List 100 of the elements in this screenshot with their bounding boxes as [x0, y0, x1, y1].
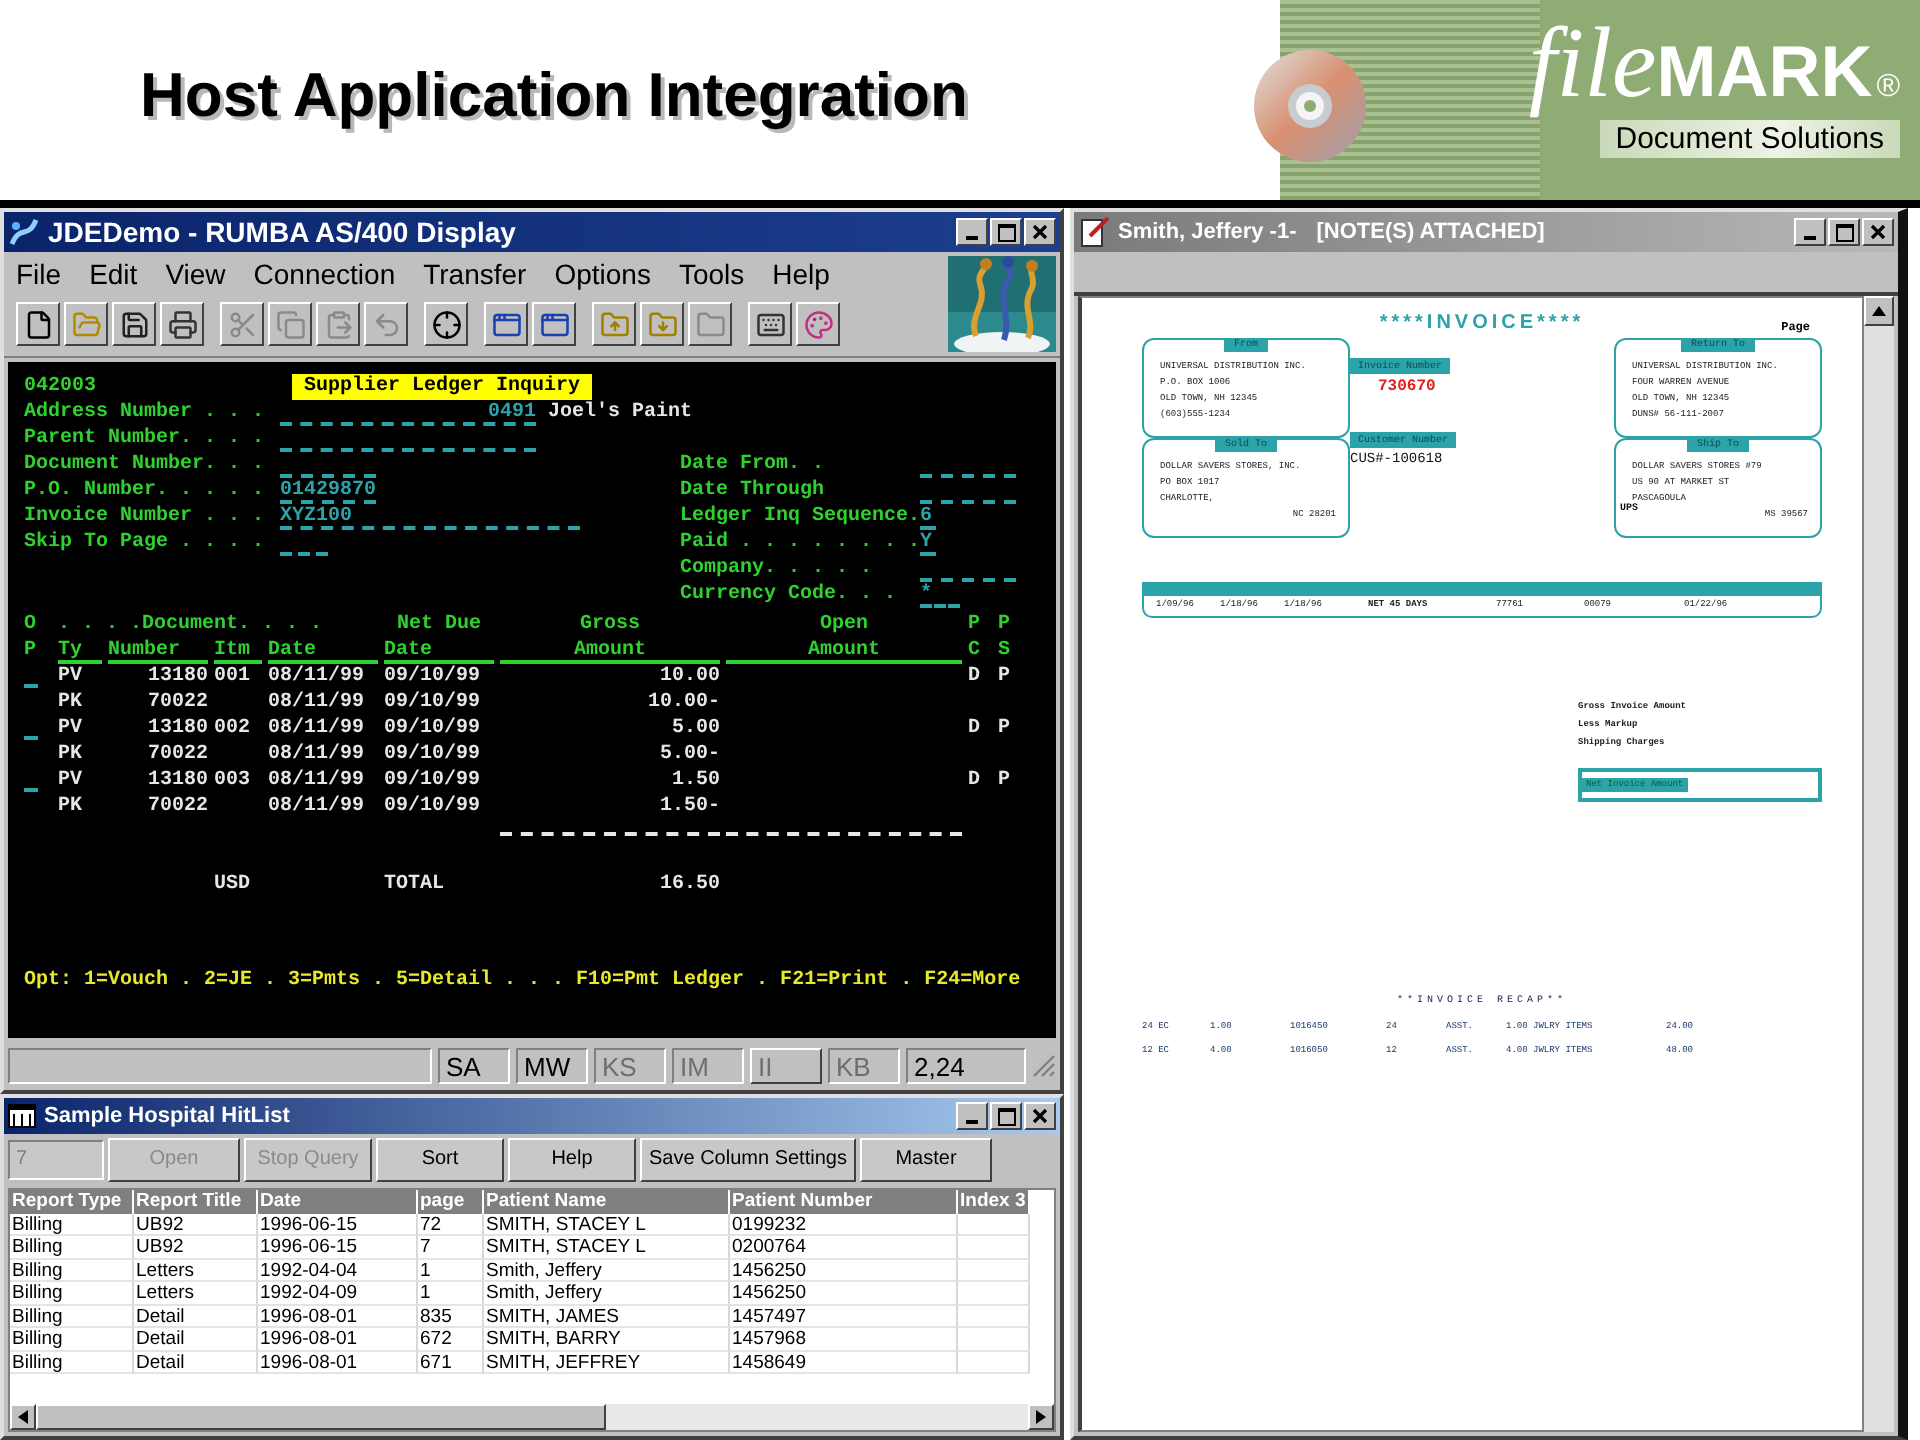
table-cell [958, 1351, 1030, 1374]
function-key-hints: Opt: 1=Vouch . 2=JE . 3=Pmts . 5=Detail . . . F10=Pmt Ledger . F21=Print . F24=More [24, 968, 1023, 994]
table-cell: 1457968 [730, 1328, 958, 1351]
vertical-scrollbar[interactable] [1864, 296, 1894, 1432]
table-cell-text: 09/10/99 [384, 690, 483, 716]
toolbar-button[interactable] [592, 302, 636, 346]
column-header[interactable]: page [418, 1190, 484, 1213]
table-cell [958, 1282, 1030, 1305]
table-cell-text: D [968, 664, 983, 690]
toolbar-button[interactable] [532, 302, 576, 346]
column-header[interactable]: Patient Number [730, 1190, 958, 1213]
toolbar-button[interactable] [160, 302, 204, 346]
toolbar-button[interactable] [484, 302, 528, 346]
column-header[interactable]: Report Type [10, 1190, 134, 1213]
menu-item[interactable]: View [165, 258, 226, 290]
column-header: Itm [214, 638, 262, 664]
keyboard-icon [755, 309, 785, 339]
close-button[interactable] [1862, 218, 1894, 246]
table-cell-text: 13180 [145, 768, 208, 794]
list-icon [8, 1104, 36, 1128]
close-button[interactable] [1024, 1102, 1056, 1130]
minimize-button[interactable] [1794, 218, 1826, 246]
maximize-icon [997, 1107, 1015, 1125]
table-cell: 1996-06-15 [258, 1213, 418, 1236]
menu-item[interactable]: Connection [253, 258, 396, 290]
toolbar-button[interactable]: Master [860, 1137, 992, 1181]
maximize-button[interactable] [1828, 218, 1860, 246]
table-cell: Billing [10, 1305, 134, 1328]
maximize-button[interactable] [990, 1102, 1022, 1130]
scroll-up-button[interactable] [1864, 296, 1894, 326]
column-header: Number [108, 638, 208, 664]
invoice-heading: ****INVOICE**** [1379, 312, 1585, 334]
toolbar-button[interactable] [796, 302, 840, 346]
table-cell: Letters [134, 1259, 258, 1282]
input-field[interactable]: 01429870 [280, 478, 376, 504]
menu-item[interactable]: Edit [89, 258, 138, 290]
toolbar-button[interactable] [112, 302, 156, 346]
field-description: Joel's Paint [546, 400, 693, 426]
input-field[interactable]: Y [920, 530, 936, 556]
toolbar-button[interactable]: Save Column Settings [640, 1137, 856, 1181]
maximize-button[interactable] [990, 218, 1022, 246]
toolbar-button[interactable] [16, 302, 60, 346]
table-cell: 1458649 [730, 1351, 958, 1374]
table-cell: 1996-08-01 [258, 1351, 418, 1374]
column-header[interactable]: Date [258, 1190, 418, 1213]
option-field[interactable] [24, 786, 38, 792]
menu-item[interactable]: Transfer [423, 258, 527, 290]
column-header[interactable]: Index 3 [958, 1190, 1030, 1213]
horizontal-scrollbar[interactable] [10, 1404, 1054, 1430]
table-cell-text: 10.00- [645, 690, 720, 716]
minimize-button[interactable] [956, 1102, 988, 1130]
close-button[interactable] [1024, 218, 1056, 246]
table-cell: 1 [418, 1282, 484, 1305]
menu-item[interactable]: Help [772, 258, 830, 290]
column-header: . . . .Document. . . . [58, 612, 325, 638]
scrollbar-thumb[interactable] [36, 1404, 606, 1430]
input-field[interactable]: XYZ100 [280, 504, 580, 530]
table-cell: Billing [10, 1213, 134, 1236]
table-cell: 1456250 [730, 1282, 958, 1305]
table-cell: Detail [134, 1351, 258, 1374]
scroll-right-button[interactable] [1028, 1404, 1054, 1430]
toolbar-button[interactable] [640, 302, 684, 346]
scroll-left-button[interactable] [10, 1404, 36, 1430]
column-header: Amount [726, 638, 962, 664]
table-cell: Billing [10, 1282, 134, 1305]
menu-item[interactable]: File [16, 258, 62, 290]
menu-item[interactable]: Options [554, 258, 651, 290]
toolbar-button[interactable] [424, 302, 468, 346]
table-cell: SMITH, STACEY L [484, 1236, 730, 1259]
status-indicator: KS [594, 1048, 666, 1084]
table-cell [958, 1236, 1030, 1259]
table-cell: 1996-08-01 [258, 1328, 418, 1351]
table-cell: SMITH, JEFFREY [484, 1351, 730, 1374]
table-cell: 671 [418, 1351, 484, 1374]
table-cell: UB92 [134, 1213, 258, 1236]
option-field[interactable] [24, 734, 38, 740]
column-header: Date [268, 638, 378, 664]
minimize-button[interactable] [956, 218, 988, 246]
input-field[interactable]: 6 [920, 504, 936, 530]
input-field[interactable]: 0491 [280, 400, 536, 426]
table-cell-text: PV [58, 664, 85, 690]
table-cell: Detail [134, 1305, 258, 1328]
toolbar-button[interactable] [64, 302, 108, 346]
field-label: Invoice Number . . . [24, 504, 267, 530]
option-field[interactable] [24, 682, 38, 688]
table-cell-text: 08/11/99 [268, 690, 367, 716]
close-icon [1870, 224, 1886, 240]
table-cell-text: PV [58, 768, 85, 794]
toolbar-button[interactable] [748, 302, 792, 346]
menu-item[interactable]: Tools [678, 258, 745, 290]
input-field[interactable]: * [920, 582, 960, 608]
toolbar-button[interactable]: Help [508, 1137, 636, 1181]
column-header[interactable]: Report Title [134, 1190, 258, 1213]
toolbar-button[interactable]: Sort [376, 1137, 504, 1181]
column-header[interactable]: Patient Name [484, 1190, 730, 1213]
table-cell-text: 1.50 [669, 768, 720, 794]
field-label: Date Through [680, 478, 827, 504]
table-cell: Smith, Jeffery [484, 1259, 730, 1282]
window-icon [539, 309, 569, 339]
table-cell-text: 5.00- [657, 742, 720, 768]
